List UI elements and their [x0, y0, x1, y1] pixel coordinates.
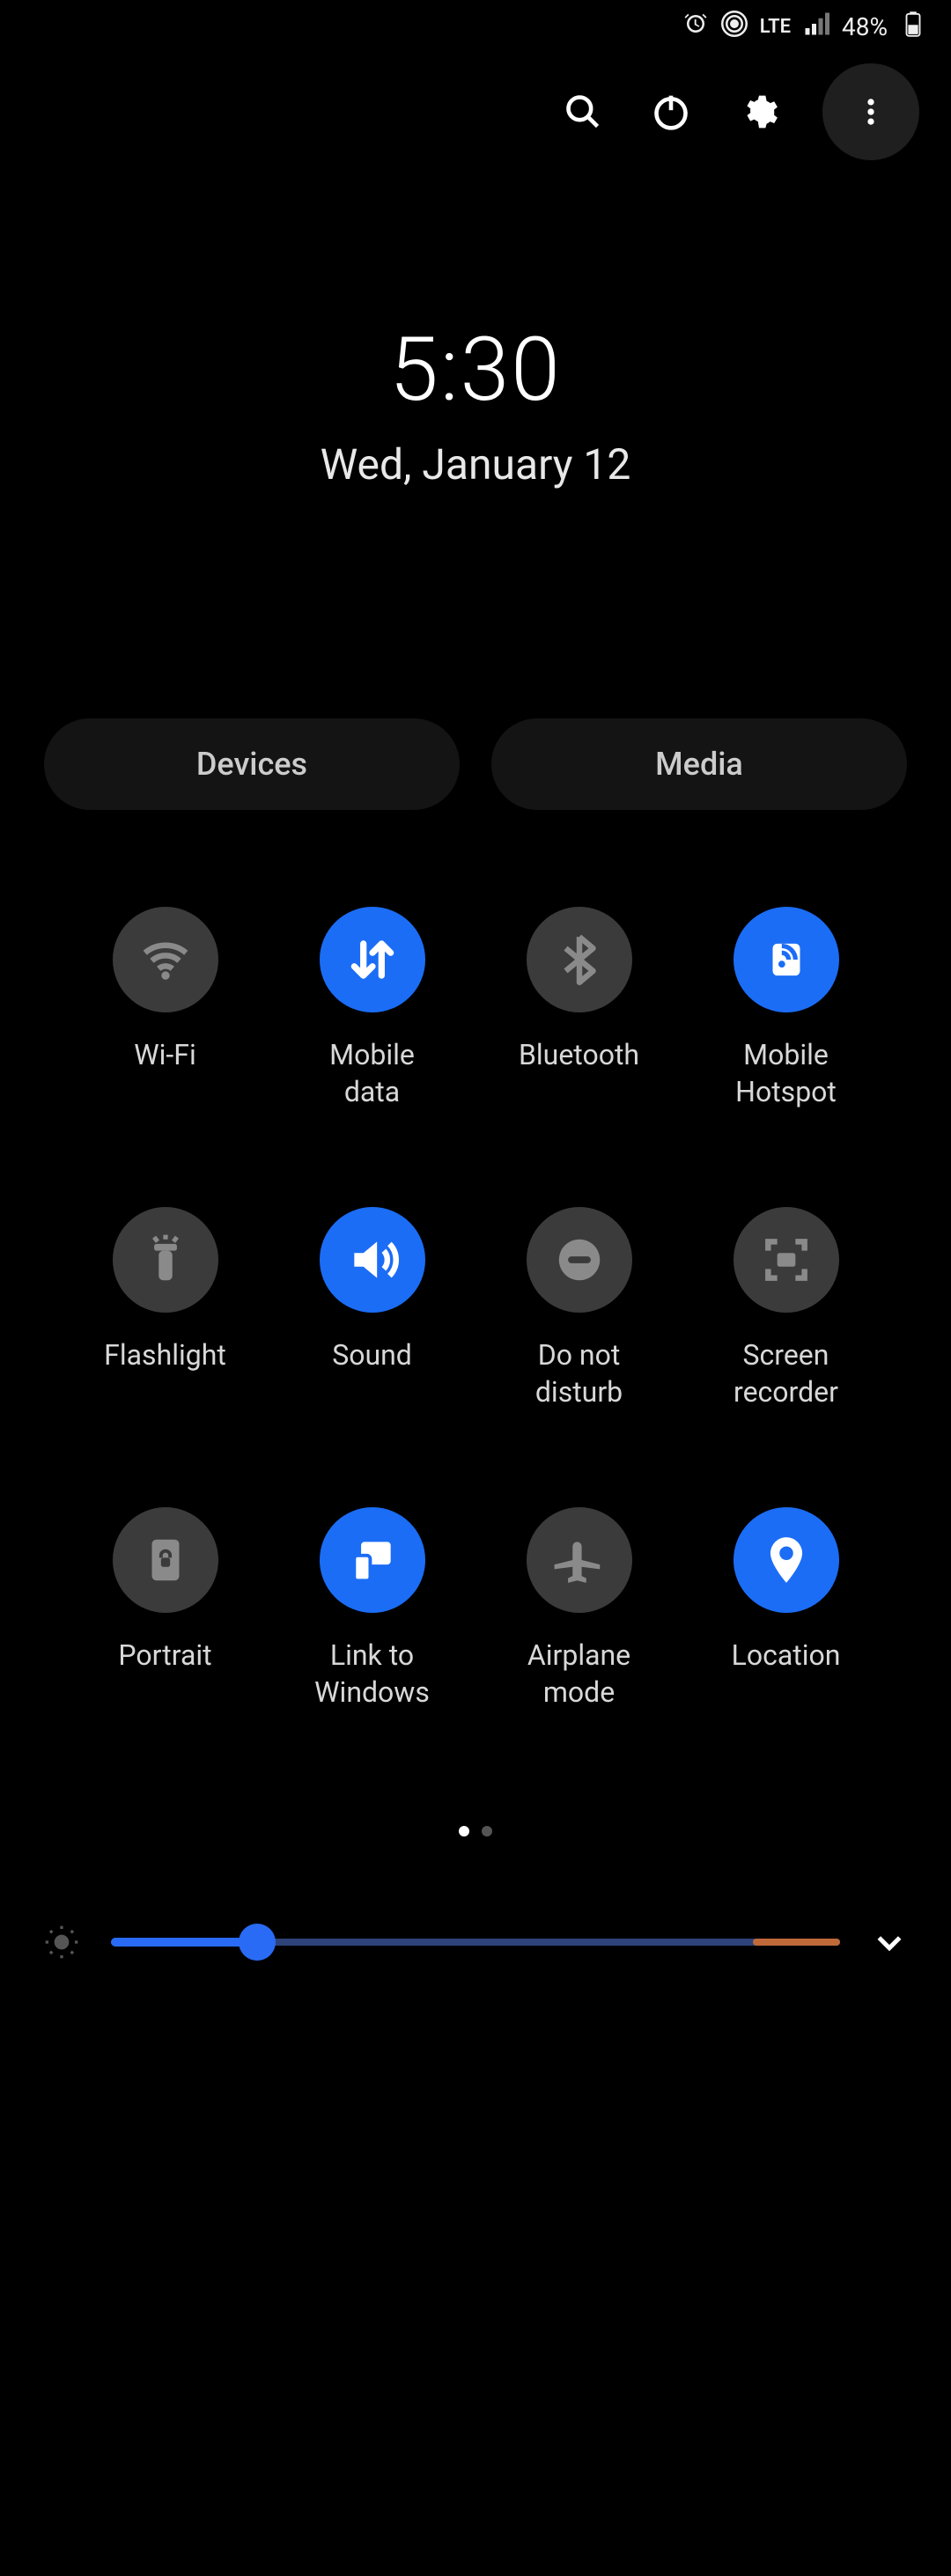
speaker-icon [320, 1207, 425, 1313]
portrait-lock-icon [113, 1507, 218, 1613]
qs-tile-portrait[interactable]: Portrait [62, 1507, 269, 1711]
qs-tile-label: Mobile data [329, 1037, 415, 1110]
settings-button[interactable] [734, 87, 784, 136]
brightness-track-fill [111, 1938, 257, 1947]
qs-tile-location[interactable]: Location [682, 1507, 889, 1711]
qs-tile-flash[interactable]: Flashlight [62, 1207, 269, 1410]
page-dot[interactable] [459, 1826, 469, 1836]
qs-tile-label: Flashlight [104, 1337, 226, 1374]
data-arrows-icon [320, 907, 425, 1012]
qs-tile-label: Airplane mode [527, 1638, 630, 1711]
alarm-icon [682, 11, 709, 43]
battery-percent: 48% [842, 12, 888, 41]
page-dot[interactable] [482, 1826, 492, 1836]
clock-area: 5:30 Wed, January 12 [0, 319, 951, 489]
qs-tile-label: Mobile Hotspot [735, 1037, 837, 1110]
quick-settings-grid: Wi-Fi Mobile data Bluetooth Mobile Hotspot F… [0, 907, 951, 1711]
power-button[interactable] [646, 87, 696, 136]
brightness-slider[interactable] [111, 1925, 840, 1960]
hotspot-status-icon [721, 11, 748, 43]
devices-panel-button[interactable]: Devices [44, 718, 460, 810]
qs-tile-label: Portrait [118, 1638, 211, 1674]
network-type: LTE [760, 16, 791, 38]
qs-tile-wifi[interactable]: Wi-Fi [62, 907, 269, 1110]
hotspot-icon [734, 907, 839, 1012]
qs-tile-sound[interactable]: Sound [269, 1207, 476, 1410]
brightness-thumb[interactable] [239, 1924, 276, 1961]
smart-panel-row: Devices Media [0, 718, 951, 810]
qs-tile-label: Location [732, 1638, 841, 1674]
qs-tile-label: Wi-Fi [134, 1037, 195, 1074]
qs-tile-dnd[interactable]: Do not disturb [476, 1207, 682, 1410]
page-indicator [0, 1826, 951, 1836]
more-vertical-icon [854, 95, 888, 129]
bluetooth-icon [527, 907, 632, 1012]
panel-actions [0, 53, 951, 160]
qs-tile-link[interactable]: Link to Windows [269, 1507, 476, 1711]
search-icon [564, 92, 602, 131]
qs-tile-srec[interactable]: Screen recorder [682, 1207, 889, 1410]
qs-tile-bt[interactable]: Bluetooth [476, 907, 682, 1110]
media-panel-button[interactable]: Media [491, 718, 907, 810]
battery-icon [900, 11, 926, 43]
brightness-track-warn [753, 1939, 840, 1946]
qs-tile-label: Screen recorder [734, 1337, 838, 1410]
clock-date: Wed, January 12 [0, 439, 951, 489]
dnd-icon [527, 1207, 632, 1313]
qs-tile-airplane[interactable]: Airplane mode [476, 1507, 682, 1711]
location-icon [734, 1507, 839, 1613]
brightness-expand-button[interactable] [872, 1925, 907, 1960]
airplane-icon [527, 1507, 632, 1613]
clock-time: 5:30 [0, 319, 951, 422]
more-button[interactable] [822, 63, 919, 160]
screen-record-icon [734, 1207, 839, 1313]
qs-tile-mdata[interactable]: Mobile data [269, 907, 476, 1110]
brightness-row [0, 1925, 951, 1960]
brightness-icon [44, 1925, 79, 1960]
qs-tile-label: Link to Windows [314, 1638, 430, 1711]
qs-tile-hotspot[interactable]: Mobile Hotspot [682, 907, 889, 1110]
link-windows-icon [320, 1507, 425, 1613]
search-button[interactable] [558, 87, 608, 136]
status-bar: LTE 48% [0, 0, 951, 53]
power-icon [652, 92, 690, 131]
wifi-icon [113, 907, 218, 1012]
chevron-down-icon [872, 1925, 907, 1960]
gear-icon [740, 92, 778, 131]
flashlight-icon [113, 1207, 218, 1313]
devices-panel-label: Devices [196, 746, 307, 783]
qs-tile-label: Do not disturb [535, 1337, 623, 1410]
media-panel-label: Media [655, 746, 743, 783]
qs-tile-label: Bluetooth [519, 1037, 639, 1074]
notifications-area [0, 1960, 951, 2576]
signal-icon [803, 11, 829, 43]
qs-tile-label: Sound [332, 1337, 412, 1374]
